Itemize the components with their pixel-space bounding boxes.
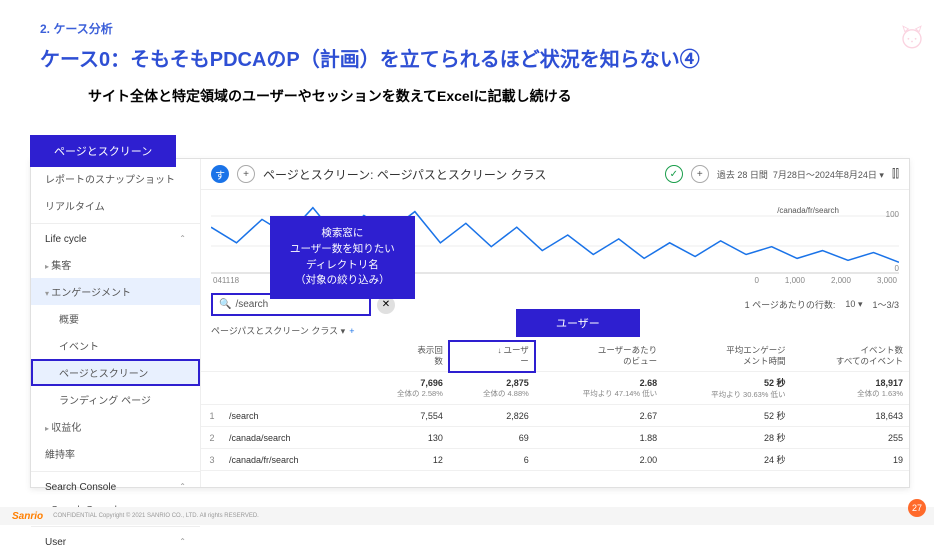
col-vpu[interactable]: ユーザーあたりのビュー bbox=[535, 341, 663, 372]
sidebar-item-realtime[interactable]: リアルタイム bbox=[31, 192, 200, 219]
dimension-select[interactable]: ページパスとスクリーン クラス ▾ bbox=[211, 324, 345, 337]
data-table: 表示回数 ↓ユーザー ユーザーあたりのビュー 平均エンゲージメント時間 イベント… bbox=[201, 341, 909, 471]
range-label: 1〜3/3 bbox=[872, 298, 899, 311]
sidebar-item-events[interactable]: イベント bbox=[31, 332, 200, 359]
chevron-up-icon: ⌃ bbox=[179, 482, 186, 493]
compare-icon[interactable]: ⫿⫿ bbox=[892, 168, 899, 181]
page-title: ケース0：そもそもPDCAのP（計画）を立てられるほど状況を知らない④ bbox=[40, 43, 894, 72]
pager: 1 ページあたりの行数: 10 ▾ 1〜3/3 bbox=[745, 298, 899, 311]
col-users[interactable]: ↓ユーザー bbox=[449, 341, 535, 372]
sidebar: レポートのスナップショット リアルタイム Life cycle⌃ ▸ 集客 ▾ … bbox=[31, 159, 201, 487]
chevron-up-icon: ⌃ bbox=[179, 537, 186, 548]
sidebar-item-landing[interactable]: ランディング ページ bbox=[31, 386, 200, 413]
add-dimension-button[interactable]: + bbox=[349, 326, 354, 336]
report-title: ページとスクリーン: ページパスとスクリーン クラス bbox=[263, 166, 657, 183]
kitty-icon bbox=[894, 22, 930, 52]
col-views[interactable]: 表示回数 bbox=[363, 341, 449, 372]
totals-row: 7,696全体の 2.58% 2,875全体の 4.88% 2.68平均より 4… bbox=[201, 372, 909, 405]
analytics-panel: レポートのスナップショット リアルタイム Life cycle⌃ ▸ 集客 ▾ … bbox=[30, 158, 910, 488]
sidebar-item-overview[interactable]: 概要 bbox=[31, 305, 200, 332]
col-events[interactable]: イベント数すべてのイベント bbox=[792, 341, 909, 372]
sidebar-head-lifecycle[interactable]: Life cycle⌃ bbox=[31, 228, 200, 251]
sort-desc-icon: ↓ bbox=[497, 346, 501, 355]
ytick: 100 bbox=[886, 210, 899, 219]
breadcrumb: 2. ケース分析 bbox=[40, 20, 894, 37]
brand-logo: Sanrio bbox=[12, 511, 43, 522]
page-number: 27 bbox=[908, 499, 926, 517]
rows-select[interactable]: 10 ▾ bbox=[845, 299, 862, 310]
date-range[interactable]: 過去 28 日間 7月28日〜2024年8月24日 ▾ bbox=[717, 168, 884, 181]
search-icon: 🔍 bbox=[219, 299, 231, 310]
check-icon[interactable]: ✓ bbox=[665, 165, 683, 183]
subtitle: サイト全体と特定領域のユーザーやセッションを数えてExcelに記載し続ける bbox=[88, 86, 894, 106]
sidebar-item-snapshot[interactable]: レポートのスナップショット bbox=[31, 165, 200, 192]
callout-search: 検索窓に ユーザー数を知りたい ディレクトリ名 （対象の絞り込み） bbox=[270, 216, 415, 299]
sidebar-item-retention[interactable]: 維持率 bbox=[31, 440, 200, 467]
callout-tab: ページとスクリーン bbox=[30, 135, 176, 167]
table-row[interactable]: 3/canada/fr/search1262.0024 秒19 bbox=[201, 449, 909, 471]
add-tab-button[interactable]: + bbox=[237, 165, 255, 183]
sidebar-item-acquisition[interactable]: ▸ 集客 bbox=[31, 251, 200, 278]
copyright: CONFIDENTIAL Copyright © 2021 SANRIO CO.… bbox=[53, 513, 259, 519]
tab-chip[interactable]: す bbox=[211, 165, 229, 183]
chart-legend: /canada/fr/search bbox=[777, 206, 839, 215]
sidebar-head-user[interactable]: User⌃ bbox=[31, 531, 200, 554]
sidebar-item-monetization[interactable]: ▸ 収益化 bbox=[31, 413, 200, 440]
topbar: す + ページとスクリーン: ページパスとスクリーン クラス ✓ + 過去 28… bbox=[201, 159, 909, 190]
sidebar-item-engagement[interactable]: ▾ エンゲージメント bbox=[31, 278, 200, 305]
table-row[interactable]: 2/canada/search130691.8828 秒255 bbox=[201, 427, 909, 449]
add-button[interactable]: + bbox=[691, 165, 709, 183]
chevron-up-icon: ⌃ bbox=[179, 234, 186, 245]
sidebar-item-pages[interactable]: ページとスクリーン bbox=[31, 359, 200, 386]
ytick: 0 bbox=[895, 264, 899, 273]
footer: Sanrio CONFIDENTIAL Copyright © 2021 SAN… bbox=[0, 507, 934, 525]
table-row[interactable]: 1/search7,5542,8262.6752 秒18,643 bbox=[201, 405, 909, 427]
sidebar-head-sc[interactable]: Search Console⌃ bbox=[31, 476, 200, 499]
callout-user: ユーザー bbox=[516, 309, 640, 337]
col-engtime[interactable]: 平均エンゲージメント時間 bbox=[663, 341, 791, 372]
